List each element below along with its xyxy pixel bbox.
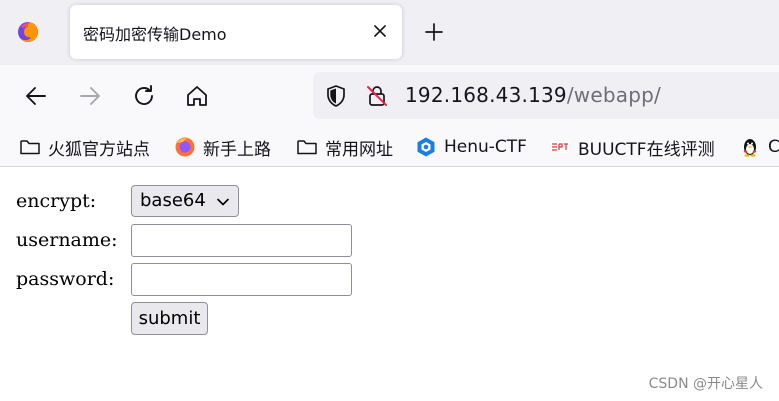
shield-icon[interactable] (324, 84, 348, 108)
bookmark-firefox-official[interactable]: 火狐官方站点 (19, 135, 150, 160)
tab-title: 密码加密传输Demo (83, 25, 227, 44)
bookmark-label: 火狐官方站点 (48, 139, 150, 160)
bookmark-qq[interactable]: C (739, 135, 779, 159)
firefox-icon (175, 137, 195, 157)
username-input[interactable] (131, 224, 352, 257)
folder-icon (20, 140, 40, 155)
home-icon[interactable] (184, 83, 210, 109)
folder-icon (297, 140, 317, 155)
qq-penguin-icon (743, 139, 757, 157)
henu-logo-icon (417, 137, 435, 157)
close-icon[interactable] (372, 23, 388, 39)
back-arrow-icon[interactable] (23, 83, 49, 109)
bookmark-buuctf[interactable]: BUUCTF在线评测 (549, 135, 715, 160)
encrypt-label: encrypt: (16, 190, 97, 212)
bookmark-label: C (768, 137, 779, 157)
forward-arrow-icon[interactable] (77, 83, 103, 109)
bookmark-getting-started[interactable]: 新手上路 (174, 135, 271, 160)
watermark: CSDN @开心星人 (648, 376, 763, 392)
password-label: password: (16, 268, 115, 290)
url-path: /webapp/ (566, 83, 661, 107)
chevron-down-icon (217, 198, 229, 206)
bookmark-label: Henu-CTF (444, 137, 527, 157)
encrypt-select[interactable]: base64 (131, 185, 239, 217)
tab-strip: 密码加密传输Demo (0, 0, 779, 65)
navigation-toolbar: 192.168.43.139/webapp/ (0, 65, 779, 127)
password-input[interactable] (131, 263, 352, 296)
active-tab[interactable]: 密码加密传输Demo (70, 5, 402, 59)
reload-icon[interactable] (131, 83, 157, 109)
browser-window: 密码加密传输Demo 192.168.43.139/webapp/ 火狐官方站点… (0, 0, 779, 401)
bookmark-common-sites[interactable]: 常用网址 (296, 135, 393, 160)
bookmarks-toolbar: 火狐官方站点 新手上路 常用网址 Henu-CTF BUUCTF在线评测 C (0, 127, 779, 167)
buuctf-logo-icon (551, 141, 569, 153)
bookmark-henu-ctf[interactable]: Henu-CTF (415, 135, 527, 159)
bookmark-label: 新手上路 (203, 139, 271, 160)
submit-button[interactable]: submit (131, 302, 208, 335)
new-tab-plus-icon[interactable] (422, 20, 446, 44)
insecure-lock-icon[interactable] (365, 84, 389, 108)
url-text[interactable]: 192.168.43.139/webapp/ (405, 83, 661, 107)
encrypt-selected-value: base64 (140, 190, 206, 211)
bookmark-label: 常用网址 (325, 139, 393, 160)
address-bar[interactable]: 192.168.43.139/webapp/ (313, 72, 779, 119)
bookmark-label: BUUCTF在线评测 (578, 139, 715, 160)
firefox-view-icon[interactable] (16, 20, 40, 44)
page-content: encrypt: base64 username: password: subm… (0, 168, 779, 401)
username-label: username: (16, 229, 118, 251)
url-host: 192.168.43.139 (405, 83, 567, 107)
